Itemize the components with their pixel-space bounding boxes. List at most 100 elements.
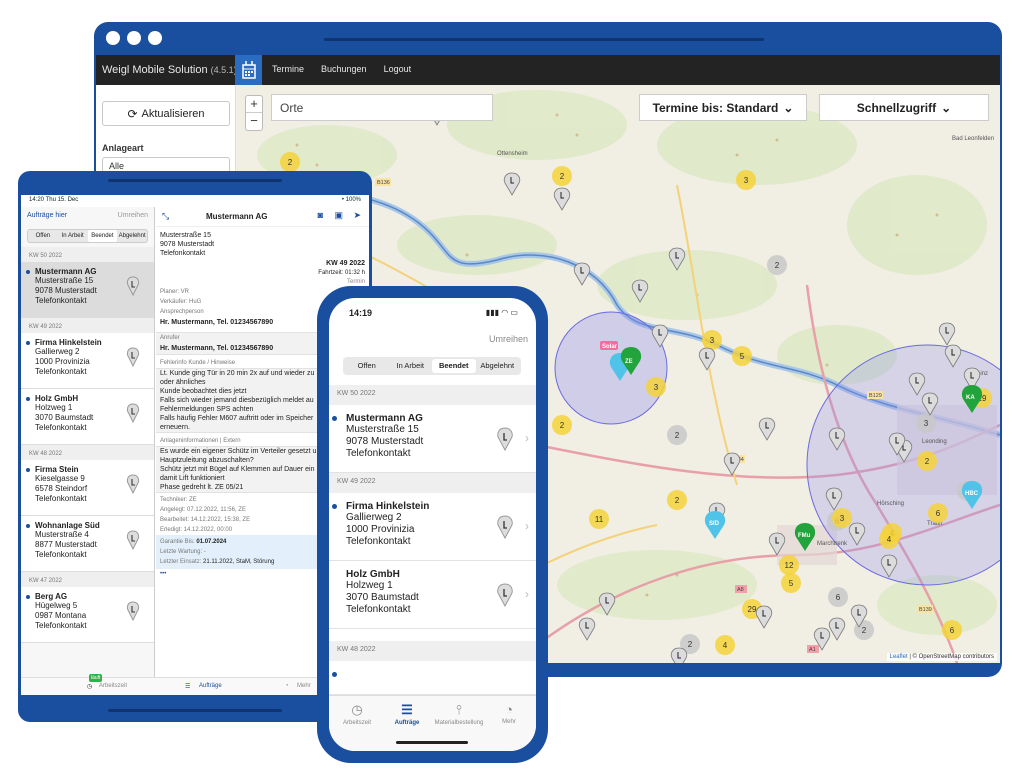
tab-mehr[interactable]: Mehr xyxy=(297,683,311,689)
zoom-out-button[interactable]: − xyxy=(246,113,262,130)
phone-list-item[interactable]: Firma Hinkelstein Gallierweg 2 1000 Prov… xyxy=(329,493,536,561)
map-cluster[interactable]: 2 xyxy=(552,415,572,435)
map-pin-icon[interactable] xyxy=(755,605,773,629)
map-pin-icon xyxy=(126,276,140,296)
map-pin-icon[interactable] xyxy=(578,617,596,641)
map-pin-icon[interactable] xyxy=(723,452,741,476)
phone-tab-label: Mehr xyxy=(502,719,516,725)
phone-tab-mehr[interactable]: ◔ Mehr xyxy=(483,702,535,725)
seg-in-arbeit[interactable]: In Arbeit xyxy=(58,230,88,242)
app-icon[interactable] xyxy=(235,55,262,85)
map-cluster[interactable]: 5 xyxy=(781,573,801,593)
order-list-item[interactable]: Firma Stein Kieselgasse 9 6578 Steindorf Te… xyxy=(21,460,154,516)
unread-dot xyxy=(26,524,30,528)
window-dot-close[interactable] xyxy=(106,31,120,45)
map-pin-icon[interactable] xyxy=(938,322,956,346)
phone-seg-offen[interactable]: Offen xyxy=(345,359,389,373)
leaflet-link[interactable]: Leaflet xyxy=(890,654,908,660)
cluster-count: 3 xyxy=(654,383,659,392)
chevron-right-icon: › xyxy=(525,519,529,533)
clock-icon: ◷ xyxy=(87,684,93,690)
window-dot-maximize[interactable] xyxy=(148,31,162,45)
phone-frame: 14:19 ▮▮▮ ◠ ▭ Umreihen Offen In Arbeit B… xyxy=(317,286,548,763)
places-search-input[interactable]: Orte xyxy=(271,94,493,121)
phone-list-item[interactable]: Holz GmbH Holzweg 1 3070 Baumstadt Telef… xyxy=(329,561,536,629)
phone-reorder-button[interactable]: Umreihen xyxy=(489,334,528,344)
reorder-button[interactable]: Umreihen xyxy=(118,212,148,219)
map-cluster[interactable]: 3 xyxy=(832,508,852,528)
map-cluster[interactable]: 3 xyxy=(916,413,936,433)
item-name: Berg AG xyxy=(35,592,68,601)
map-pin-icon[interactable] xyxy=(503,172,521,196)
map-pin-icon[interactable] xyxy=(758,417,776,441)
map-pin-icon[interactable] xyxy=(828,617,846,641)
map-cluster[interactable]: 2 xyxy=(552,166,572,186)
image-icon[interactable]: ▣ xyxy=(334,210,343,221)
seg-beendet[interactable]: Beendet xyxy=(87,230,118,242)
expand-icon[interactable]: ⤡ xyxy=(162,211,169,222)
nav-buchungen[interactable]: Buchungen xyxy=(321,64,367,74)
cluster-count: 2 xyxy=(925,457,930,466)
orders-here-link[interactable]: Aufträge hier xyxy=(27,212,67,219)
map-cluster[interactable]: 6 xyxy=(928,503,948,523)
nav-termine[interactable]: Termine xyxy=(272,64,304,74)
map-cluster[interactable]: 3 xyxy=(646,377,666,397)
navigate-icon[interactable]: ➤ xyxy=(353,210,361,221)
order-list-item[interactable]: Mustermann AG Musterstraße 15 9078 Musters… xyxy=(21,262,154,318)
detail-address-city: 9078 Musterstadt xyxy=(160,241,215,248)
order-list-item[interactable]: Firma Hinkelstein Gallierweg 2 1000 Provin… xyxy=(21,333,154,389)
phone-tab-auftraege[interactable]: ☰ Aufträge xyxy=(381,702,433,726)
phone-seg-abgelehnt[interactable]: Abgelehnt xyxy=(476,359,520,373)
home-indicator xyxy=(396,741,468,744)
phone-seg-beendet[interactable]: Beendet xyxy=(432,359,476,373)
seg-offen[interactable]: Offen xyxy=(28,230,58,242)
map-pin-icon[interactable] xyxy=(698,347,716,371)
nav-logout[interactable]: Logout xyxy=(384,64,412,74)
tab-arbeitszeit[interactable]: Arbeitszeit xyxy=(99,683,127,689)
map-cluster[interactable]: 3 xyxy=(736,170,756,190)
phone-seg-in-arbeit[interactable]: In Arbeit xyxy=(389,359,433,373)
zoom-in-button[interactable]: + xyxy=(246,96,262,113)
map-pin-icon[interactable] xyxy=(573,262,591,286)
map-pin-icon[interactable] xyxy=(553,187,571,211)
map-cluster[interactable]: 2 xyxy=(280,152,300,172)
map-cluster[interactable]: 5 xyxy=(732,346,752,366)
map-cluster[interactable]: 2 xyxy=(917,451,937,471)
map-label-marchtrenk: Marchtrenk xyxy=(817,541,848,547)
phone-tab-materialbestellung[interactable]: ⫯ Materialbestellung xyxy=(433,702,485,726)
refresh-button[interactable]: ⟳ Aktualisieren xyxy=(102,101,230,126)
unread-dot xyxy=(332,416,337,421)
map-cluster[interactable]: 3 xyxy=(702,330,722,350)
map-cluster[interactable]: 6 xyxy=(828,587,848,607)
quick-access-button[interactable]: Schnellzugriff ⌄ xyxy=(819,94,989,121)
map-cluster[interactable]: 4 xyxy=(715,635,735,655)
tab-auftraege[interactable]: Aufträge xyxy=(199,683,222,689)
map-cluster[interactable]: 4 xyxy=(879,529,899,549)
camera-icon[interactable]: ◙ xyxy=(318,210,323,220)
phone-list-item[interactable]: Mustermann AG Musterstraße 15 9078 Muste… xyxy=(329,405,536,473)
map-pin-icon[interactable] xyxy=(670,647,688,663)
map-cluster[interactable]: 12 xyxy=(779,555,799,575)
order-list-item[interactable]: Wohnanlage Süd Musterstraße 4 8877 Musters… xyxy=(21,516,154,572)
phone-tab-arbeitszeit[interactable]: ◷ Arbeitszeit xyxy=(331,702,383,726)
tablet-battery: • 100% xyxy=(341,197,361,203)
window-dot-minimize[interactable] xyxy=(127,31,141,45)
cluster-count: 2 xyxy=(675,496,680,505)
map-label-hoersching: Hörsching xyxy=(877,501,904,507)
seg-abgelehnt[interactable]: Abgelehnt xyxy=(117,230,147,242)
unread-dot xyxy=(26,468,30,472)
order-list-item[interactable]: Holz GmbH Holzweg 1 3070 Baumstadt Telefonk… xyxy=(21,389,154,445)
cluster-count: 2 xyxy=(560,172,565,181)
order-list-item[interactable]: Berg AG Hügelweg 5 0987 Montana Telefonkont… xyxy=(21,587,154,643)
order-list-pane: Aufträge hier Umreihen Offen In Arbeit B… xyxy=(21,207,155,677)
map-cluster[interactable]: 2 xyxy=(667,425,687,445)
map-cluster[interactable]: 2 xyxy=(767,255,787,275)
phone-list-item[interactable] xyxy=(329,661,536,695)
map-cluster[interactable]: 6 xyxy=(942,620,962,640)
last-job-label: Letzter Einsatz: xyxy=(160,559,202,565)
app-brand[interactable]: Weigl Mobile Solution (4.5.1) xyxy=(102,64,237,76)
map-pin-icon xyxy=(126,474,140,494)
map-cluster[interactable]: 2 xyxy=(667,490,687,510)
map-cluster[interactable]: 11 xyxy=(589,509,609,529)
termine-filter-button[interactable]: Termine bis: Standard ⌄ xyxy=(639,94,807,121)
